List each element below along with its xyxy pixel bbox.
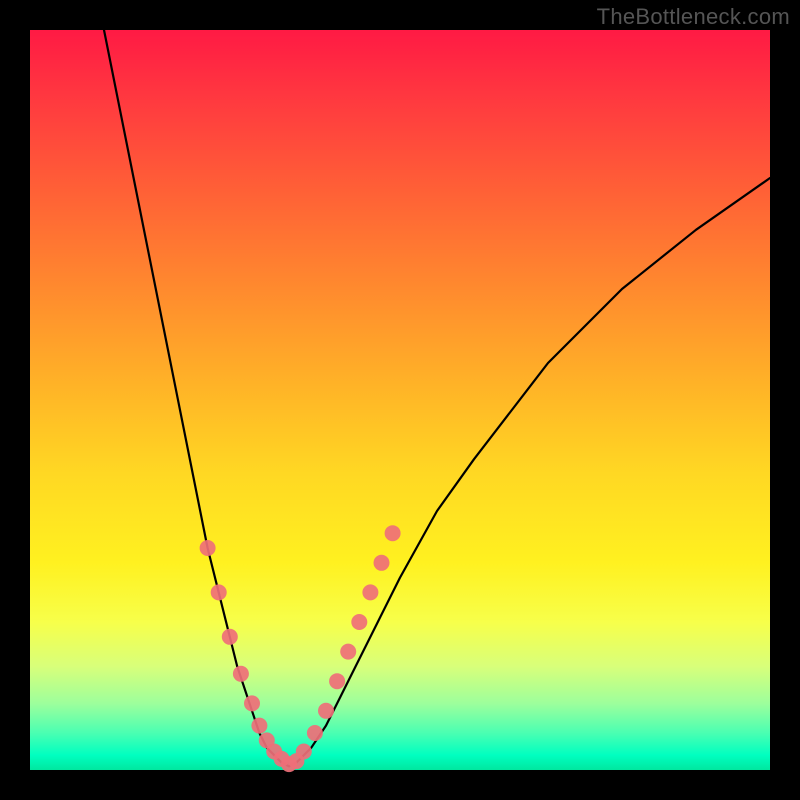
marker-dot — [233, 666, 249, 682]
curve-right-branch — [289, 178, 770, 766]
marker-dot — [296, 744, 312, 760]
marker-dot — [362, 584, 378, 600]
marker-dot — [251, 718, 267, 734]
marker-dot — [385, 525, 401, 541]
marker-dot — [222, 629, 238, 645]
marker-dot — [340, 644, 356, 660]
marker-dot — [329, 673, 345, 689]
marker-dot — [244, 695, 260, 711]
watermark-text: TheBottleneck.com — [597, 4, 790, 30]
marker-dot — [318, 703, 334, 719]
curve-layer — [30, 30, 770, 770]
plot-area — [30, 30, 770, 770]
curve-left-branch — [104, 30, 289, 766]
marker-dot — [374, 555, 390, 571]
marker-dot — [307, 725, 323, 741]
bottleneck-curve — [104, 30, 770, 766]
marker-dot — [211, 584, 227, 600]
chart-container: TheBottleneck.com — [0, 0, 800, 800]
marker-dot — [351, 614, 367, 630]
highlight-markers — [200, 525, 401, 772]
marker-dot — [200, 540, 216, 556]
